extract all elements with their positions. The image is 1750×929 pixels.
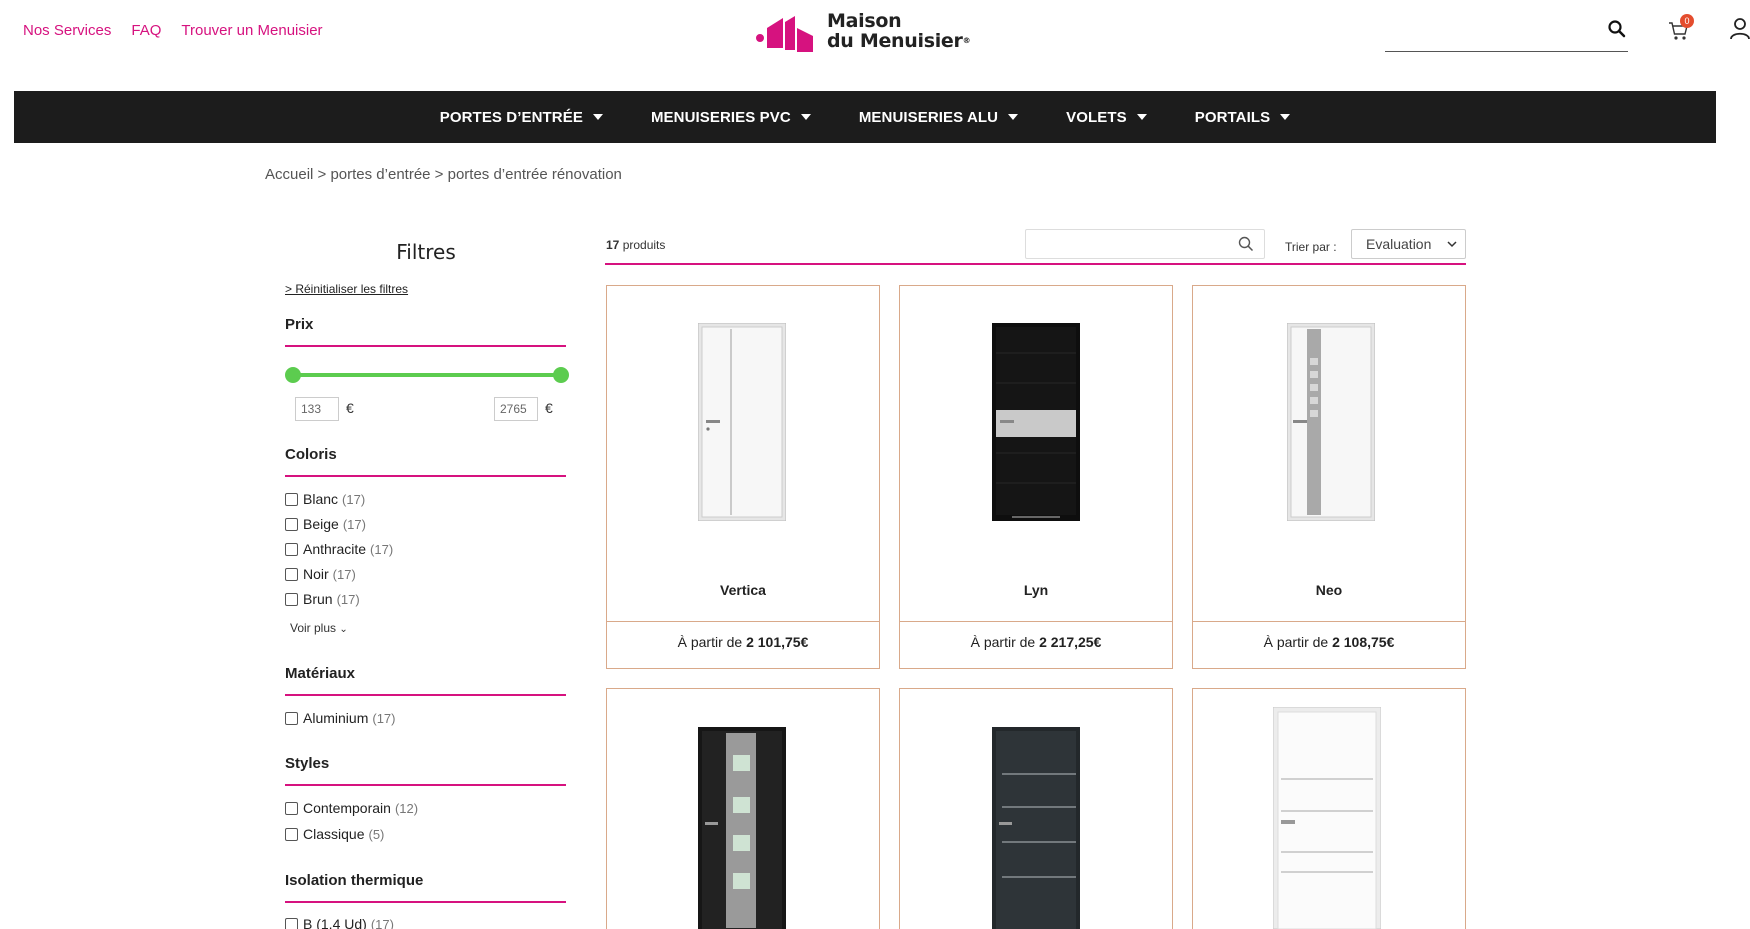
caret-down-icon [1136, 114, 1147, 120]
door-image [992, 727, 1080, 929]
product-card-vertica[interactable]: Vertica À partir de 2 101,75€ [606, 285, 880, 669]
divider [285, 475, 566, 477]
isolation-heading: Isolation thermique [285, 872, 424, 889]
door-image [698, 323, 786, 521]
styles-heading: Styles [285, 755, 330, 772]
caret-down-icon [1280, 114, 1291, 120]
caret-down-icon [800, 114, 811, 120]
link-nos-services[interactable]: Nos Services [23, 22, 111, 39]
divider [285, 784, 566, 786]
search-icon[interactable] [1238, 236, 1254, 252]
product-card[interactable] [606, 688, 880, 929]
filter-style-contemporain[interactable]: Contemporain (12) [285, 800, 418, 816]
price-slider-max-handle[interactable] [553, 367, 569, 383]
door-image [1287, 323, 1375, 521]
product-price: À partir de 2 217,25€ [970, 634, 1102, 650]
divider [285, 694, 566, 696]
user-icon[interactable] [1730, 18, 1750, 40]
filter-color-anthracite[interactable]: Anthracite (17) [285, 541, 393, 557]
caret-down-icon [1008, 114, 1019, 120]
chevron-down-icon [1447, 241, 1457, 248]
link-trouver-menuisier[interactable]: Trouver un Menuisier [181, 22, 322, 39]
product-image[interactable] [1193, 286, 1465, 622]
product-price: À partir de 2 101,75€ [677, 634, 809, 650]
product-name[interactable]: Vertica [607, 582, 879, 598]
product-search-input[interactable] [1025, 229, 1265, 259]
product-card-lyn[interactable]: Lyn À partir de 2 217,25€ [899, 285, 1173, 669]
currency-label: € [545, 400, 553, 416]
checkbox[interactable] [285, 492, 298, 506]
breadcrumb[interactable]: Accueil > portes d’entrée > portes d’ent… [265, 166, 622, 183]
checkbox[interactable] [285, 592, 298, 606]
cart-count-badge: 0 [1680, 14, 1694, 28]
divider [285, 345, 566, 347]
nav-menuiseries-alu[interactable]: MENUISERIES ALU [859, 109, 1019, 126]
products-divider [605, 263, 1466, 265]
logo-line-2: du Menuisier [827, 30, 963, 52]
nav-menuiseries-pvc[interactable]: MENUISERIES PVC [651, 109, 811, 126]
door-image [992, 323, 1080, 521]
product-name[interactable]: Neo [1193, 582, 1465, 598]
reset-filters-link[interactable]: > Réinitialiser les filtres [285, 282, 408, 296]
filter-color-beige[interactable]: Beige (17) [285, 516, 366, 532]
divider [285, 901, 566, 903]
colors-heading: Coloris [285, 446, 337, 463]
nav-portails[interactable]: PORTAILS [1195, 109, 1291, 126]
price-slider-min-handle[interactable] [285, 367, 301, 383]
chevron-down-icon: ⌄ [339, 624, 348, 635]
door-image [698, 727, 786, 929]
price-min-input[interactable]: 133 [295, 397, 339, 421]
logo-icon [756, 16, 813, 52]
sort-label: Trier par : [1285, 240, 1337, 254]
filters-title: Filtres [396, 240, 456, 264]
checkbox[interactable] [285, 827, 298, 841]
search-icon[interactable] [1608, 20, 1626, 38]
nav-volets[interactable]: VOLETS [1066, 109, 1147, 126]
price-max-input[interactable]: 2765 [494, 397, 538, 421]
checkbox[interactable] [285, 801, 298, 815]
logo-line-1: Maison [827, 10, 902, 32]
door-image [1273, 707, 1381, 929]
filters-sidebar: Filtres > Réinitialiser les filtres Prix… [285, 240, 569, 929]
product-card[interactable] [899, 688, 1173, 929]
filter-material-aluminium[interactable]: Aluminium (17) [285, 710, 395, 726]
checkbox[interactable] [285, 567, 298, 581]
link-faq[interactable]: FAQ [131, 22, 161, 39]
checkbox[interactable] [285, 517, 298, 531]
main-nav: PORTES D’ENTRÉE MENUISERIES PVC MENUISER… [14, 91, 1716, 143]
nav-portes-entree[interactable]: PORTES D’ENTRÉE [440, 109, 603, 126]
header-search-input[interactable] [1385, 50, 1628, 52]
product-image[interactable] [900, 286, 1172, 622]
sort-select[interactable]: Evaluation [1351, 229, 1466, 259]
product-count: 17 produits [606, 238, 666, 252]
product-card[interactable] [1192, 688, 1466, 929]
price-slider-track[interactable] [291, 373, 561, 377]
filter-style-classique[interactable]: Classique (5) [285, 826, 384, 842]
product-image[interactable] [607, 286, 879, 622]
materials-heading: Matériaux [285, 665, 356, 682]
price-heading: Prix [285, 316, 314, 333]
filter-color-brun[interactable]: Brun (17) [285, 591, 360, 607]
filter-isolation-b[interactable]: B (1,4 Ud) (17) [285, 916, 394, 929]
product-name[interactable]: Lyn [900, 582, 1172, 598]
product-price: À partir de 2 108,75€ [1263, 634, 1395, 650]
top-header: Nos Services FAQ Trouver un Menuisier Ma… [0, 0, 1750, 90]
checkbox[interactable] [285, 542, 298, 556]
filter-color-noir[interactable]: Noir (17) [285, 566, 356, 582]
filter-color-blanc[interactable]: Blanc (17) [285, 491, 365, 507]
checkbox[interactable] [285, 711, 298, 725]
brand-logo[interactable]: Maison du Menuisier® [755, 10, 971, 52]
checkbox[interactable] [285, 917, 298, 929]
caret-down-icon [592, 114, 603, 120]
product-card-neo[interactable]: Neo À partir de 2 108,75€ [1192, 285, 1466, 669]
currency-label: € [346, 400, 354, 416]
voir-plus-toggle[interactable]: Voir plus ⌄ [290, 621, 348, 635]
top-links: Nos Services FAQ Trouver un Menuisier [23, 22, 323, 39]
